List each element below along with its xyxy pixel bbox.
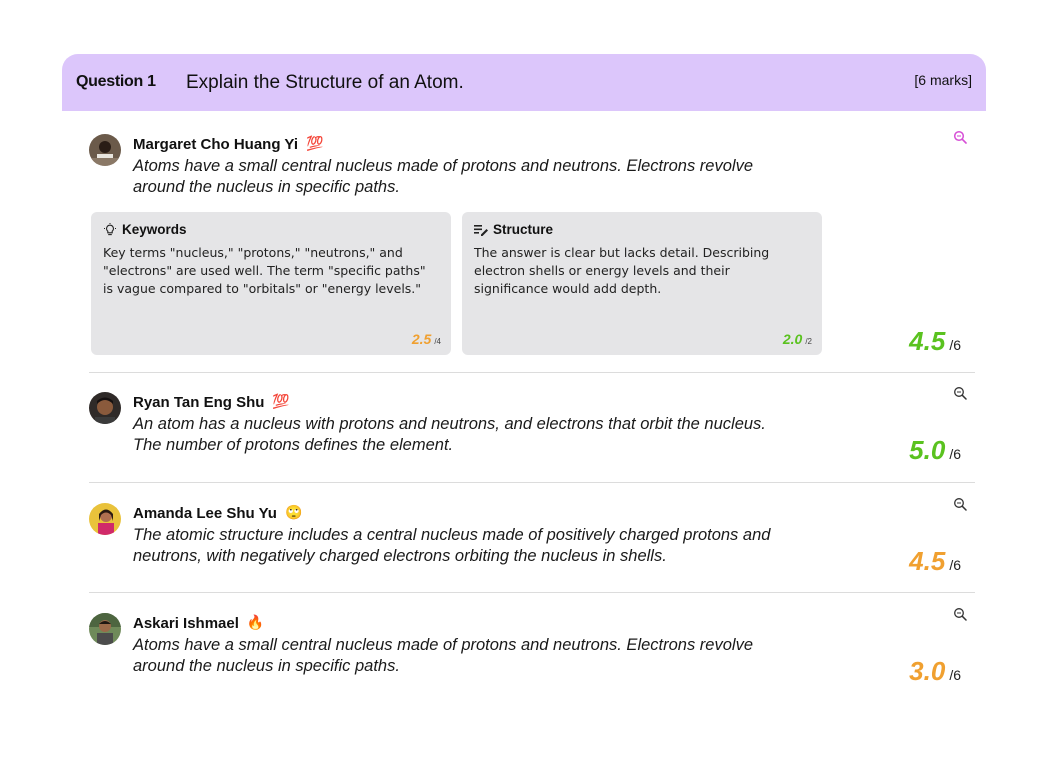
feedback-title: Keywords: [122, 222, 187, 237]
avatar: [89, 613, 121, 645]
total-score-denominator: /6: [949, 667, 961, 683]
total-score: 3.0 /6: [909, 656, 961, 687]
feedback-score-value: 2.5: [411, 331, 432, 347]
hundred-points-icon: 💯: [272, 394, 290, 410]
divider: [89, 592, 975, 593]
zoom-icon[interactable]: [953, 130, 967, 144]
total-score-value: 4.5: [909, 326, 946, 356]
student-name: Askari Ishmael: [133, 614, 239, 632]
total-score-denominator: /6: [949, 446, 961, 462]
fire-icon: 🔥: [246, 615, 265, 631]
divider: [89, 372, 975, 373]
feedback-score: 2.0 /2: [783, 331, 812, 347]
name-row: Amanda Lee Shu Yu 🙄: [133, 503, 302, 523]
zoom-icon[interactable]: [953, 386, 967, 400]
feedback-text: Key terms "nucleus," "protons," "neutron…: [103, 245, 426, 296]
feedback-keywords-card: Keywords Key terms "nucleus," "protons,"…: [91, 212, 451, 355]
total-score: 4.5 /6: [909, 326, 961, 357]
lightbulb-icon: [104, 222, 116, 235]
total-score-value: 4.5: [909, 546, 946, 576]
student-answer: An atom has a nucleus with protons and n…: [133, 415, 766, 454]
name-row: Margaret Cho Huang Yi 💯: [133, 134, 323, 154]
question-marks: [6 marks]: [914, 72, 972, 88]
feedback-structure-card: Structure The answer is clear but lacks …: [462, 212, 822, 355]
total-score: 4.5 /6: [909, 546, 961, 577]
question-header: Question 1 Explain the Structure of an A…: [62, 54, 986, 111]
zoom-icon[interactable]: [953, 497, 967, 511]
total-score-denominator: /6: [949, 337, 961, 353]
total-score: 5.0 /6: [909, 435, 961, 466]
avatar: [89, 503, 121, 535]
total-score-value: 5.0: [909, 435, 946, 465]
zoom-icon[interactable]: [953, 607, 967, 621]
response-item: Margaret Cho Huang Yi 💯 Atoms have a sma…: [89, 130, 975, 357]
question-label: Question 1: [76, 73, 156, 90]
name-row: Ryan Tan Eng Shu 💯: [133, 392, 290, 412]
question-card: Question 1 Explain the Structure of an A…: [62, 54, 986, 714]
feedback-score-denominator: /4: [434, 337, 441, 346]
response-item: Ryan Tan Eng Shu 💯 An atom has a nucleus…: [89, 387, 975, 482]
name-row: Askari Ishmael 🔥: [133, 613, 264, 633]
hundred-points-icon: 💯: [306, 136, 324, 152]
feedback-text: The answer is clear but lacks detail. De…: [474, 245, 770, 296]
notes-icon: [474, 224, 488, 236]
divider: [89, 482, 975, 483]
student-answer: The atomic structure includes a central …: [133, 526, 771, 565]
feedback-title: Structure: [493, 222, 554, 237]
feedback-score-denominator: /2: [805, 337, 812, 346]
avatar: [89, 392, 121, 424]
total-score-value: 3.0: [909, 656, 946, 686]
face-emoji-icon: 🙄: [284, 505, 303, 521]
student-name: Amanda Lee Shu Yu: [133, 504, 277, 522]
feedback-title-row: Structure: [474, 222, 553, 237]
student-name: Ryan Tan Eng Shu: [133, 393, 265, 411]
question-text: Explain the Structure of an Atom.: [186, 72, 464, 93]
feedback-title-row: Keywords: [103, 222, 187, 237]
feedback-score: 2.5 /4: [412, 331, 441, 347]
response-item: Amanda Lee Shu Yu 🙄 The atomic structure…: [89, 498, 975, 593]
response-item: Askari Ishmael 🔥 Atoms have a small cent…: [89, 608, 975, 703]
student-name: Margaret Cho Huang Yi: [133, 135, 299, 153]
student-answer: Atoms have a small central nucleus made …: [133, 636, 753, 675]
avatar: [89, 134, 121, 166]
feedback-score-value: 2.0: [782, 331, 803, 347]
total-score-denominator: /6: [949, 557, 961, 573]
student-answer: Atoms have a small central nucleus made …: [133, 157, 753, 196]
